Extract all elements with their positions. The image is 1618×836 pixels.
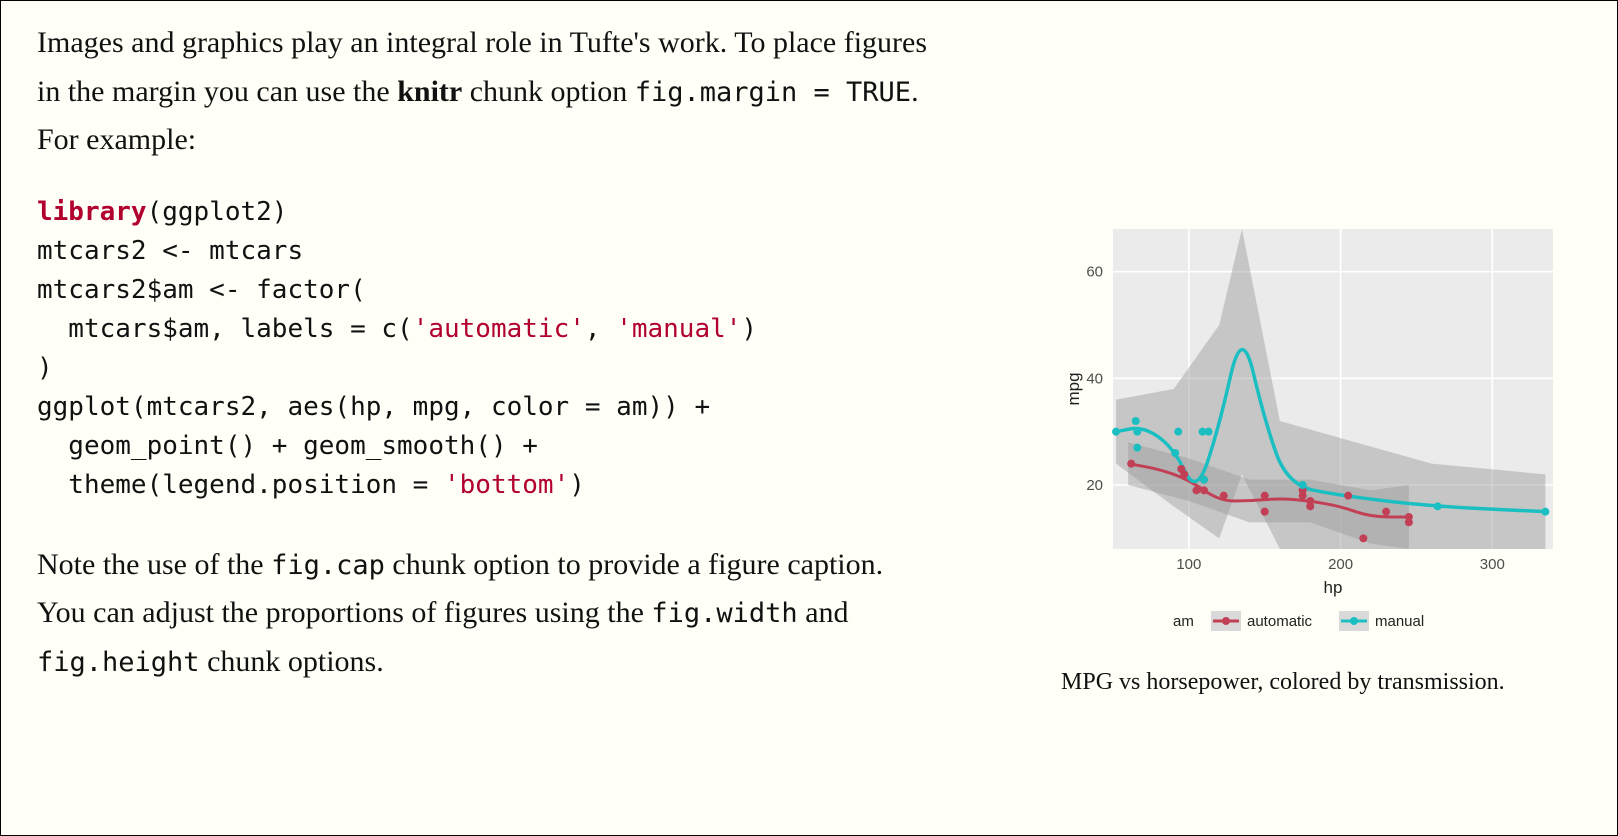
text: chunk option xyxy=(462,75,635,108)
code-text: ) xyxy=(569,470,585,500)
figure-caption: MPG vs horsepower, colored by transmissi… xyxy=(1061,665,1561,700)
intro-paragraph: Images and graphics play an integral rol… xyxy=(37,19,937,165)
code-line: ) xyxy=(37,353,53,383)
inline-code-figcap: fig.cap xyxy=(271,550,385,581)
mpg-hp-chart: 100 200 300 20 40 60 hp mpg am automatic manual xyxy=(1061,219,1561,639)
text: chunk options. xyxy=(200,645,384,678)
svg-text:hp: hp xyxy=(1324,578,1343,597)
knitr-strong: knitr xyxy=(397,75,462,108)
margin-column: 100 200 300 20 40 60 hp mpg am automatic manual MP… xyxy=(1061,19,1581,700)
code-block: library(ggplot2) mtcars2 <- mtcars mtcar… xyxy=(37,193,937,505)
svg-text:40: 40 xyxy=(1086,370,1103,387)
code-line: ggplot(mtcars2, aes(hp, mpg, color = am)… xyxy=(37,392,710,422)
svg-text:mpg: mpg xyxy=(1064,372,1083,405)
code-string: 'automatic' xyxy=(413,314,585,344)
code-text: mtcars$am, labels = c( xyxy=(37,314,413,344)
svg-text:manual: manual xyxy=(1375,613,1424,630)
inline-code-figmargin: fig.margin = TRUE xyxy=(635,77,911,108)
code-text: , xyxy=(585,314,616,344)
inline-code-figwidth: fig.width xyxy=(651,598,797,629)
main-column: Images and graphics play an integral rol… xyxy=(37,19,937,715)
svg-text:20: 20 xyxy=(1086,477,1103,494)
tufte-page: Images and graphics play an integral rol… xyxy=(0,0,1618,836)
svg-text:300: 300 xyxy=(1480,556,1505,573)
code-text: (ggplot2) xyxy=(147,197,288,227)
svg-text:200: 200 xyxy=(1328,556,1353,573)
svg-text:automatic: automatic xyxy=(1247,613,1313,630)
inline-code-figheight: fig.height xyxy=(37,647,200,678)
svg-text:60: 60 xyxy=(1086,264,1103,281)
code-text: ) xyxy=(741,314,757,344)
code-string: 'bottom' xyxy=(444,470,569,500)
svg-text:am: am xyxy=(1173,613,1194,630)
followup-paragraph: Note the use of the fig.cap chunk option… xyxy=(37,541,937,687)
code-line: geom_point() + geom_smooth() + xyxy=(37,431,538,461)
margin-figure: 100 200 300 20 40 60 hp mpg am automatic manual MP… xyxy=(1061,219,1561,700)
svg-text:100: 100 xyxy=(1176,556,1201,573)
code-keyword: library xyxy=(37,197,147,227)
code-line: mtcars2 <- mtcars xyxy=(37,236,303,266)
text: Note the use of the xyxy=(37,548,271,581)
text: and xyxy=(798,596,849,629)
code-line: mtcars2$am <- factor( xyxy=(37,275,366,305)
code-string: 'manual' xyxy=(616,314,741,344)
code-text: theme(legend.position = xyxy=(37,470,444,500)
